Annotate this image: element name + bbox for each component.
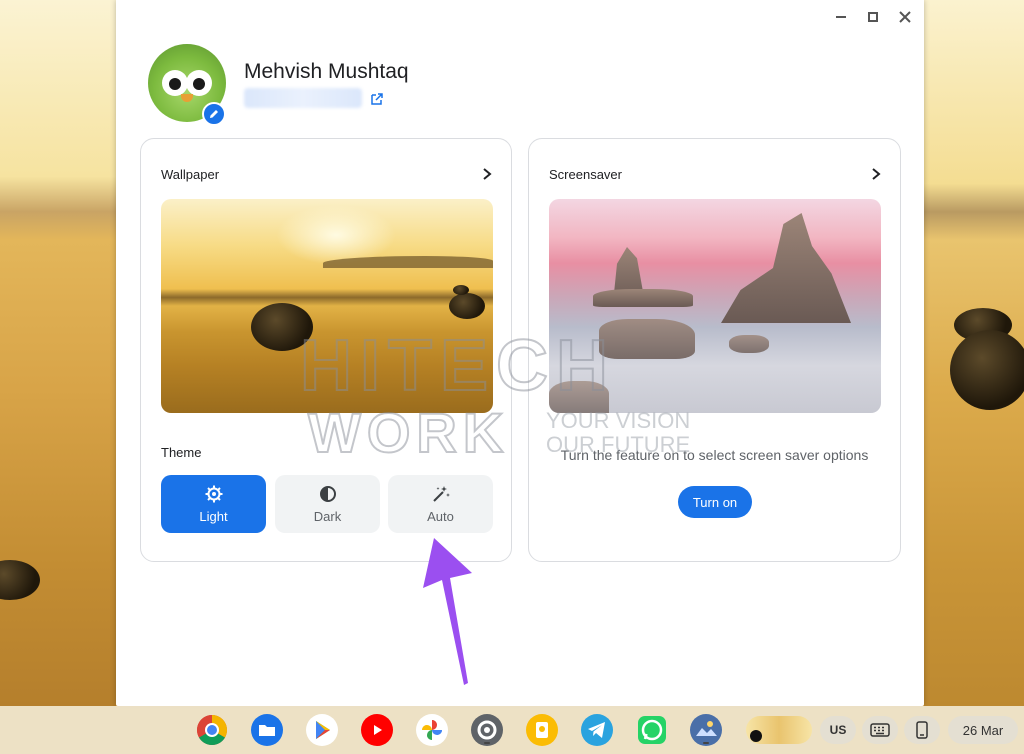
theme-light-label: Light [199,508,228,524]
magic-wand-icon [432,485,450,502]
edit-avatar-button[interactable] [202,102,226,126]
desktop-wallpaper-right [924,0,1024,706]
sea-stack [721,213,851,323]
gear-icon [205,485,222,502]
keep-icon [526,714,558,746]
wallpaper-app[interactable] [690,714,722,746]
wallpaper-preview[interactable] [161,199,493,413]
personalization-window: Mehvish Mushtaq Wallpaper Theme Light Da… [116,0,924,706]
theme-light-button[interactable]: Light [161,475,266,533]
running-indicator [484,742,490,744]
tray-thumbnail-icon [750,730,762,742]
maximize-icon [868,12,878,22]
youtube-app[interactable] [361,714,393,746]
chrome-app[interactable] [196,714,228,746]
wallpaper-rock [453,285,469,295]
phone-icon [916,721,928,739]
files-app[interactable] [251,714,283,746]
theme-dark-button[interactable]: Dark [275,475,380,533]
minimize-button[interactable] [832,8,850,26]
date-display[interactable]: 26 Mar [948,716,1018,744]
wallpaper-rock [251,303,313,351]
telegram-app[interactable] [581,714,613,746]
play-store-app[interactable] [306,714,338,746]
photos-app[interactable] [416,714,448,746]
theme-auto-button[interactable]: Auto [388,475,493,533]
desktop-rock [950,330,1024,410]
settings-app[interactable] [471,714,503,746]
close-button[interactable] [896,8,914,26]
desktop-rock [0,560,40,600]
telegram-icon [581,714,613,746]
external-link-icon[interactable] [370,92,384,106]
avatar-beak [181,94,193,102]
youtube-icon [361,714,393,746]
user-name: Mehvish Mushtaq [244,60,409,83]
folder-icon [251,714,283,746]
keep-app[interactable] [526,714,558,746]
sea-rock [599,319,695,359]
window-controls [832,8,914,26]
desktop-wallpaper-left [0,0,116,706]
screensaver-message: Turn the feature on to select screen sav… [560,447,869,463]
theme-auto-label: Auto [427,508,454,524]
shelf: US 26 Mar [0,706,1024,754]
screensaver-card: Screensaver Turn the feature on to selec… [528,138,901,562]
sea-stack [593,289,693,307]
screensaver-preview[interactable] [549,199,881,413]
wallpaper-rock [449,293,485,319]
close-icon [899,11,911,23]
theme-dark-label: Dark [313,508,342,524]
wallpaper-ridge [323,256,493,268]
annotation-arrow [423,538,472,685]
whatsapp-app[interactable] [636,714,668,746]
virtual-keyboard-button[interactable] [862,716,898,744]
half-circle-icon [319,485,336,502]
maximize-button[interactable] [864,8,882,26]
chevron-right-icon[interactable] [870,167,882,181]
theme-label: Theme [161,445,202,460]
avatar-eye [186,70,212,96]
holding-space-tray[interactable] [746,716,812,744]
play-store-icon [306,714,338,746]
avatar[interactable] [148,44,226,126]
keyboard-icon [870,723,890,737]
turn-on-button[interactable]: Turn on [678,486,752,518]
avatar-eye [162,70,188,96]
chevron-right-icon[interactable] [481,167,493,181]
running-indicator [703,742,709,744]
sea-rock [729,335,769,353]
phone-hub-button[interactable] [904,716,940,744]
wallpaper-card: Wallpaper Theme Light Dark Auto [140,138,512,562]
minimize-icon [836,16,846,18]
user-email-blurred [244,88,362,108]
wallpaper-title: Wallpaper [161,167,220,182]
photos-icon [416,714,448,746]
chrome-icon [196,715,228,746]
pencil-icon [210,110,218,118]
screensaver-title: Screensaver [549,167,622,182]
sea-rock [549,381,609,413]
whatsapp-icon [638,716,666,744]
ime-button[interactable]: US [820,716,856,744]
